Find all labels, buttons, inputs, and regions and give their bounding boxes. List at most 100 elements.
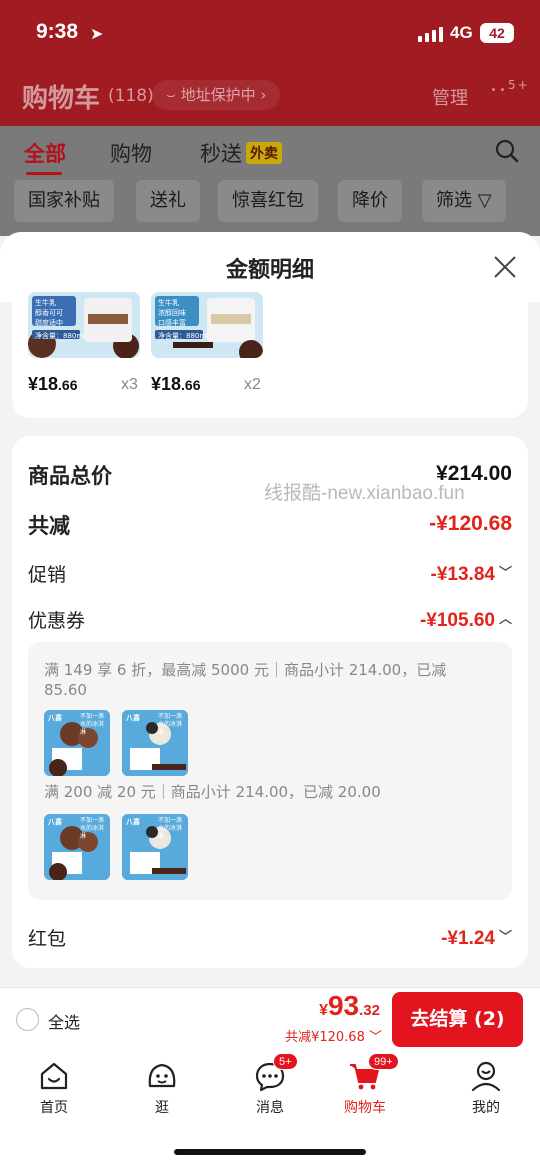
close-icon[interactable] xyxy=(492,254,518,280)
coupon-row[interactable]: -¥105.60 ︿ xyxy=(420,608,512,632)
tab-shopping[interactable]: 购物 xyxy=(110,138,152,168)
battery-icon: 42 xyxy=(480,23,514,43)
coupon-product-thumbnail: 八喜 不加一滴水的冰淇淋 xyxy=(122,814,188,880)
brand-logo: 八喜 xyxy=(48,818,62,826)
total-decimal: .32 xyxy=(359,1002,380,1019)
brand-logo: 八喜 xyxy=(48,714,62,722)
coupon-rule-text: 满 149 享 6 折，最高减 5000 元｜商品小计 214.00，已减 85… xyxy=(44,661,447,699)
address-protection-pill[interactable]: ⌣ 地址保护中 › xyxy=(152,80,281,110)
filter-chip-red-packet[interactable]: 惊喜红包 xyxy=(218,180,318,222)
filter-chip-filter[interactable]: 筛选 ▽ xyxy=(422,180,506,222)
home-icon xyxy=(40,1062,68,1090)
more-badge: 5+ xyxy=(508,78,530,92)
chevron-down-icon: ﹀ xyxy=(364,1030,382,1045)
thumb-slogan: 不加一滴水的冰淇淋 xyxy=(80,713,105,736)
coupon-value: -¥105.60 xyxy=(419,610,495,631)
cart-item-count: (118) xyxy=(108,86,154,106)
checkout-bar: 全选 ¥93.32 共减¥120.68 ﹀ 去结算 (2) xyxy=(0,987,540,1051)
product-quantity: x2 xyxy=(244,376,261,393)
filter-chip-price-drop[interactable]: 降价 xyxy=(338,180,402,222)
search-icon[interactable] xyxy=(494,138,520,164)
price-integer: ¥18 xyxy=(28,374,59,394)
price-decimal: .66 xyxy=(181,377,201,393)
product-tag: 醇香可可 xyxy=(35,309,63,317)
select-all-checkbox[interactable] xyxy=(16,1008,39,1031)
tabbar-item-messages[interactable]: 5+ 消息 xyxy=(230,1053,310,1117)
location-arrow-icon: ➤ xyxy=(90,24,104,43)
profile-icon xyxy=(471,1061,501,1092)
promotion-label: 促销 xyxy=(28,564,67,586)
tab-instant-delivery[interactable]: 秒送 外卖 xyxy=(200,138,282,168)
product-thumbnail[interactable]: 生牛乳 醇香可可 甜度适中 净含量：880ml xyxy=(28,292,140,358)
amount-breakdown-card: 商品总价 ¥214.00 线报酷-new.xianbao.fun 共减 -¥12… xyxy=(12,436,528,968)
coupon-detail-box: 满 149 享 6 折，最高减 5000 元｜商品小计 214.00，已减 85… xyxy=(28,642,512,900)
browse-icon xyxy=(148,1063,176,1088)
shield-icon: ⌣ xyxy=(166,86,181,104)
chevron-down-icon: ﹀ xyxy=(498,929,512,944)
total-discount-value: -¥120.68 xyxy=(429,512,512,535)
coupon-product-thumbnail: 八喜 不加一滴水的冰淇淋 xyxy=(44,710,110,776)
tabbar-item-home[interactable]: 首页 xyxy=(14,1059,94,1117)
thumb-slogan: 不加一滴水的冰淇淋 xyxy=(158,713,183,736)
thumb-slogan: 不加一滴水的冰淇淋 xyxy=(158,817,183,840)
checkout-button[interactable]: 去结算 (2) xyxy=(392,992,523,1047)
network-type: 4G xyxy=(450,23,473,42)
total-discount-label: 共减 xyxy=(28,514,70,538)
filter-chip-gift[interactable]: 送礼 xyxy=(136,180,200,222)
thumb-slogan: 不加一滴水的冰淇淋 xyxy=(80,817,105,840)
address-protection-label: 地址保护中 xyxy=(180,86,256,104)
tab-all[interactable]: 全部 xyxy=(24,138,66,168)
total-saved[interactable]: 共减¥120.68 ﹀ xyxy=(285,1026,382,1045)
takeout-tag: 外卖 xyxy=(246,142,282,164)
red-packet-value: -¥1.24 xyxy=(441,928,495,949)
product-tag: 生牛乳 xyxy=(158,299,179,307)
total-integer: 93 xyxy=(327,990,360,1021)
product-thumbnail[interactable]: 生牛乳浓醇回味口感丰富 净含量：880ml xyxy=(151,292,263,358)
cart-header: 购物车 (118) ⌣ 地址保护中 › 管理 ··5+ xyxy=(0,76,540,116)
product-tag: 浓醇回味 xyxy=(158,309,186,317)
product-tag: 甜度适中 xyxy=(35,319,63,327)
coupon-product-thumbnail: 八喜 不加一滴水的冰淇淋 xyxy=(44,814,110,880)
tab-and-filter-area: 全部 购物 秒送 外卖 国家补贴 送礼 惊喜红包 降价 筛选 ▽ xyxy=(0,126,540,236)
coupon-rule-text: 满 200 减 20 元｜商品小计 214.00，已减 20.00 xyxy=(44,783,381,801)
status-time: 9:38 xyxy=(36,20,79,43)
message-icon-wrap: 5+ xyxy=(253,1053,298,1093)
manage-button[interactable]: 管理 xyxy=(432,84,468,110)
notification-badge: 5+ xyxy=(273,1053,298,1070)
total-saved-text: 共减¥120.68 xyxy=(285,1030,365,1045)
page-title: 购物车 xyxy=(22,84,101,114)
cart-badge: 99+ xyxy=(368,1053,399,1070)
watermark-text: 线报酷-new.xianbao.fun xyxy=(264,483,465,504)
active-tab-indicator xyxy=(26,172,62,175)
signal-icon xyxy=(418,26,444,42)
cart-icon-wrap: 99+ xyxy=(348,1053,399,1093)
product-price: ¥18.66 xyxy=(28,374,78,395)
tabbar-item-browse[interactable]: 逛 xyxy=(122,1059,202,1117)
subtotal-label: 商品总价 xyxy=(28,464,112,488)
chevron-up-icon: ︿ xyxy=(498,611,512,626)
product-quantity: x3 xyxy=(121,376,138,393)
tabbar-item-cart[interactable]: 99+ 购物车 xyxy=(322,1053,408,1117)
red-packet-label: 红包 xyxy=(28,928,67,950)
select-all-label[interactable]: 全选 xyxy=(48,1009,80,1033)
product-tag: 口感丰富 xyxy=(158,319,186,327)
tabbar-label: 购物车 xyxy=(344,1100,386,1116)
amount-detail-sheet: 金额明细 生牛乳 醇香可可 甜度适中 净含量：880ml ¥18.66 x3 生… xyxy=(0,232,540,987)
funnel-icon: ▽ xyxy=(477,190,492,211)
home-indicator xyxy=(174,1149,366,1155)
price-integer: ¥18 xyxy=(151,374,182,394)
tabbar-item-profile[interactable]: 我的 xyxy=(446,1059,526,1117)
currency-symbol: ¥ xyxy=(319,1002,328,1019)
coupon-product-thumbnail: 八喜 不加一滴水的冰淇淋 xyxy=(122,710,188,776)
brand-logo: 八喜 xyxy=(126,818,140,826)
tabbar-label: 首页 xyxy=(40,1100,68,1116)
more-menu-icon[interactable]: ··5+ xyxy=(490,78,530,103)
total-price: ¥93.32 xyxy=(319,990,380,1022)
tabbar-label: 消息 xyxy=(256,1100,284,1116)
product-net-content: 净含量：880ml xyxy=(158,332,209,340)
filter-chip-national-subsidy[interactable]: 国家补贴 xyxy=(14,180,114,222)
sheet-title: 金额明细 xyxy=(225,258,314,283)
promotion-row[interactable]: -¥13.84 ﹀ xyxy=(431,562,512,586)
tabbar-label: 逛 xyxy=(155,1100,169,1116)
red-packet-row[interactable]: -¥1.24 ﹀ xyxy=(441,926,512,950)
